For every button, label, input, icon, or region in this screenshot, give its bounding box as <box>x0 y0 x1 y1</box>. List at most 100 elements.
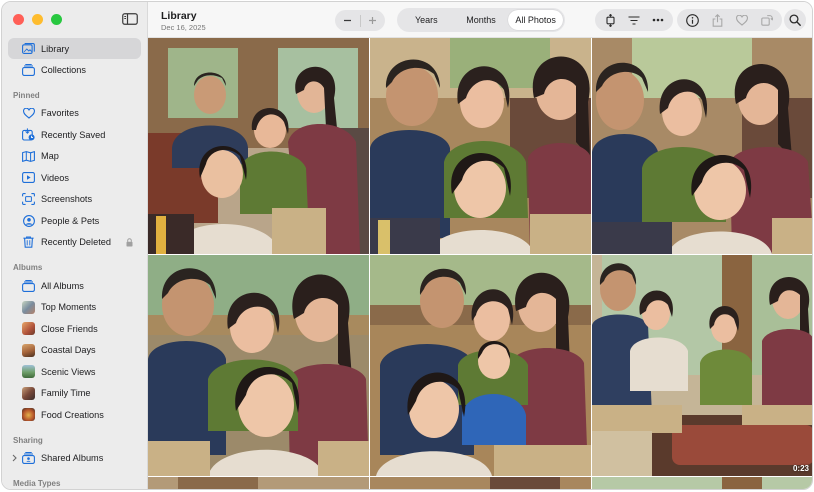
chevron-right-icon[interactable] <box>12 454 17 462</box>
aspect-toggle-button[interactable] <box>601 11 619 29</box>
sidebar-item-label: Coastal Days <box>41 345 96 356</box>
sidebar-item-label: Collections <box>41 64 86 75</box>
plus-icon <box>369 17 377 24</box>
heart-icon <box>736 14 748 26</box>
sidebar: Library Collections Pinned Favorites Rec… <box>2 2 148 489</box>
view-segmented-control: Years Months All Photos <box>397 8 565 32</box>
share-button[interactable] <box>708 11 726 29</box>
photo-thumbnail[interactable] <box>370 38 591 254</box>
more-button[interactable] <box>649 11 667 29</box>
sidebar-item-shared-albums[interactable]: Shared Albums <box>2 448 147 470</box>
filter-button[interactable] <box>625 11 643 29</box>
zoom-controls <box>335 10 385 31</box>
album-thumb-icon <box>22 365 35 379</box>
section-header-albums: Albums <box>13 263 43 272</box>
close-button[interactable] <box>13 14 24 25</box>
zoom-out-button[interactable] <box>335 10 360 31</box>
heart-icon <box>22 107 35 120</box>
ellipsis-icon <box>652 18 664 22</box>
sidebar-nav: Library Collections Pinned Favorites Rec… <box>2 38 147 489</box>
family-photo-image <box>370 38 591 254</box>
sidebar-item-label: Recently Saved <box>41 129 106 140</box>
sidebar-item-label: Top Moments <box>41 302 97 313</box>
window-controls <box>13 14 62 25</box>
sidebar-item-top-moments[interactable]: Top Moments <box>2 297 147 319</box>
sidebar-icon <box>122 13 138 25</box>
minus-icon <box>343 19 351 22</box>
sidebar-item-collections[interactable]: Collections <box>2 59 147 81</box>
sidebar-item-favorites[interactable]: Favorites <box>2 103 147 125</box>
sidebar-item-food-creations[interactable]: Food Creations <box>2 404 147 426</box>
segment-years[interactable]: Years <box>399 10 454 30</box>
item-actions-group <box>677 9 782 31</box>
photo-thumbnail[interactable] <box>148 38 369 254</box>
sidebar-item-label: Family Time <box>41 388 91 399</box>
screenshot-icon <box>22 193 35 206</box>
sidebar-item-label: Videos <box>41 172 69 183</box>
photo-thumbnail[interactable] <box>592 38 812 254</box>
trash-icon <box>22 236 35 249</box>
search-icon <box>789 14 801 26</box>
family-video-image <box>592 255 812 476</box>
photo-thumbnail[interactable] <box>592 477 812 489</box>
sidebar-item-all-albums[interactable]: All Albums <box>2 275 147 297</box>
sidebar-item-label: People & Pets <box>41 215 100 226</box>
search-button[interactable] <box>784 9 806 31</box>
lock-icon <box>126 237 133 246</box>
sidebar-item-library[interactable]: Library <box>8 38 141 59</box>
page-subtitle-date: Dec 16, 2025 <box>161 23 206 32</box>
sidebar-toggle-button[interactable] <box>119 9 141 29</box>
sidebar-item-close-friends[interactable]: Close Friends <box>2 318 147 340</box>
photo-thumbnail[interactable] <box>148 255 369 476</box>
sidebar-item-label: Library <box>41 43 70 54</box>
albums-icon <box>22 279 35 292</box>
segment-months[interactable]: Months <box>454 10 509 30</box>
album-thumb-icon <box>22 343 35 357</box>
family-photo-image <box>370 477 591 489</box>
family-photo-image <box>370 255 591 476</box>
toolbar: Library Dec 16, 2025 Years Months All Ph… <box>148 2 812 38</box>
video-duration-label: 0:23 <box>792 464 809 473</box>
sidebar-item-label: Screenshots <box>41 194 93 205</box>
map-icon <box>22 150 35 163</box>
sidebar-item-people-pets[interactable]: People & Pets <box>2 210 147 232</box>
info-icon <box>685 13 699 27</box>
view-tools-group <box>595 9 673 31</box>
section-header-pinned: Pinned <box>13 90 40 100</box>
info-button[interactable] <box>683 11 701 29</box>
page-title: Library <box>161 10 197 22</box>
section-header-media-types: Media Types <box>13 479 61 488</box>
family-photo-image <box>148 255 369 476</box>
sidebar-item-family-time[interactable]: Family Time <box>2 383 147 405</box>
share-icon <box>712 13 722 27</box>
collections-icon <box>22 63 35 76</box>
minimize-button[interactable] <box>32 14 43 25</box>
sidebar-item-scenic-views[interactable]: Scenic Views <box>2 361 147 383</box>
sidebar-item-videos[interactable]: Videos <box>2 167 147 189</box>
video-thumbnail[interactable]: 0:23 <box>592 255 812 476</box>
filter-icon <box>628 15 640 25</box>
shared-albums-icon <box>22 452 35 465</box>
album-thumb-icon <box>22 386 35 400</box>
maximize-button[interactable] <box>51 14 62 25</box>
photo-thumbnail[interactable] <box>370 255 591 476</box>
family-photo-image <box>148 38 369 254</box>
sidebar-item-label: Scenic Views <box>41 366 96 377</box>
sidebar-item-label: Favorites <box>41 108 79 119</box>
zoom-in-button[interactable] <box>361 10 386 31</box>
photo-thumbnail[interactable] <box>370 477 591 489</box>
photo-thumbnail[interactable] <box>148 477 369 489</box>
favorite-button[interactable] <box>733 11 751 29</box>
segment-all-photos[interactable]: All Photos <box>508 10 564 30</box>
photos-window: Library Collections Pinned Favorites Rec… <box>1 1 813 490</box>
sidebar-item-recently-saved[interactable]: Recently Saved <box>2 124 147 146</box>
sidebar-item-coastal-days[interactable]: Coastal Days <box>2 340 147 362</box>
rotate-button[interactable] <box>758 11 776 29</box>
family-photo-image <box>592 38 812 254</box>
album-thumb-icon <box>22 300 35 314</box>
sidebar-item-map[interactable]: Map <box>2 146 147 168</box>
sidebar-item-label: All Albums <box>41 280 84 291</box>
sidebar-item-recently-deleted[interactable]: Recently Deleted <box>2 232 147 254</box>
sidebar-item-label: Recently Deleted <box>41 237 111 248</box>
sidebar-item-screenshots[interactable]: Screenshots <box>2 189 147 211</box>
